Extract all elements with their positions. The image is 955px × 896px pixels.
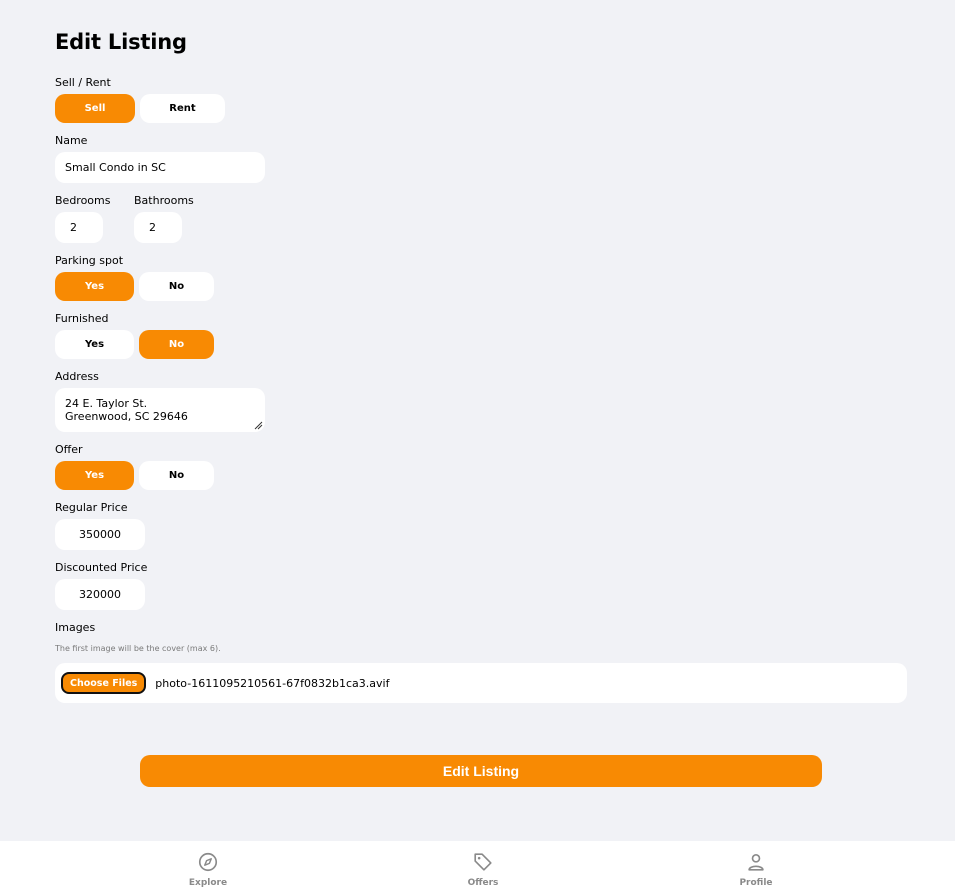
bathrooms-input[interactable]: 2 [134, 212, 182, 243]
file-input[interactable]: Choose Files photo-1611095210561-67f0832… [55, 663, 907, 703]
parking-label: Parking spot [55, 254, 124, 267]
name-label: Name [55, 134, 88, 147]
edit-listing-submit-button[interactable]: Edit Listing [140, 755, 822, 787]
address-label: Address [55, 370, 99, 383]
name-input[interactable]: Small Condo in SC [55, 152, 265, 183]
bathrooms-label: Bathrooms [134, 194, 194, 207]
compass-icon [198, 852, 218, 872]
nav-label-explore: Explore [188, 878, 228, 888]
address-textarea[interactable]: 24 E. Taylor St. Greenwood, SC 29646 [55, 388, 265, 432]
address-line-1: 24 E. Taylor St. [65, 397, 148, 410]
images-hint: The first image will be the cover (max 6… [55, 644, 221, 653]
nav-label-profile: Profile [739, 878, 773, 888]
nav-item-explore[interactable]: Explore [158, 841, 258, 896]
resize-handle-icon[interactable] [254, 421, 263, 430]
bottom-navbar: Explore Offers Profile [0, 841, 955, 896]
page-title: Edit Listing [55, 30, 187, 54]
tag-icon [474, 853, 492, 871]
person-icon [748, 854, 764, 871]
address-line-2: Greenwood, SC 29646 [65, 410, 188, 423]
sell-button[interactable]: Sell [55, 94, 135, 123]
offer-label: Offer [55, 443, 83, 456]
regular-price-input[interactable]: 350000 [55, 519, 145, 550]
furnished-yes-button[interactable]: Yes [55, 330, 134, 359]
discounted-price-input[interactable]: 320000 [55, 579, 145, 610]
sell-rent-label: Sell / Rent [55, 76, 111, 89]
bedrooms-label: Bedrooms [55, 194, 111, 207]
offer-no-button[interactable]: No [139, 461, 214, 490]
discounted-price-label: Discounted Price [55, 561, 148, 574]
parking-yes-button[interactable]: Yes [55, 272, 134, 301]
nav-item-offers[interactable]: Offers [433, 841, 533, 896]
choose-files-button[interactable]: Choose Files [61, 672, 147, 694]
nav-item-profile[interactable]: Profile [706, 841, 806, 896]
selected-file-name: photo-1611095210561-67f0832b1ca3.avif [155, 676, 390, 690]
furnished-no-button[interactable]: No [139, 330, 214, 359]
regular-price-label: Regular Price [55, 501, 128, 514]
furnished-label: Furnished [55, 312, 109, 325]
rent-button[interactable]: Rent [140, 94, 225, 123]
offer-yes-button[interactable]: Yes [55, 461, 134, 490]
nav-label-offers: Offers [467, 878, 499, 888]
images-label: Images [55, 621, 96, 634]
parking-no-button[interactable]: No [139, 272, 214, 301]
bedrooms-input[interactable]: 2 [55, 212, 103, 243]
